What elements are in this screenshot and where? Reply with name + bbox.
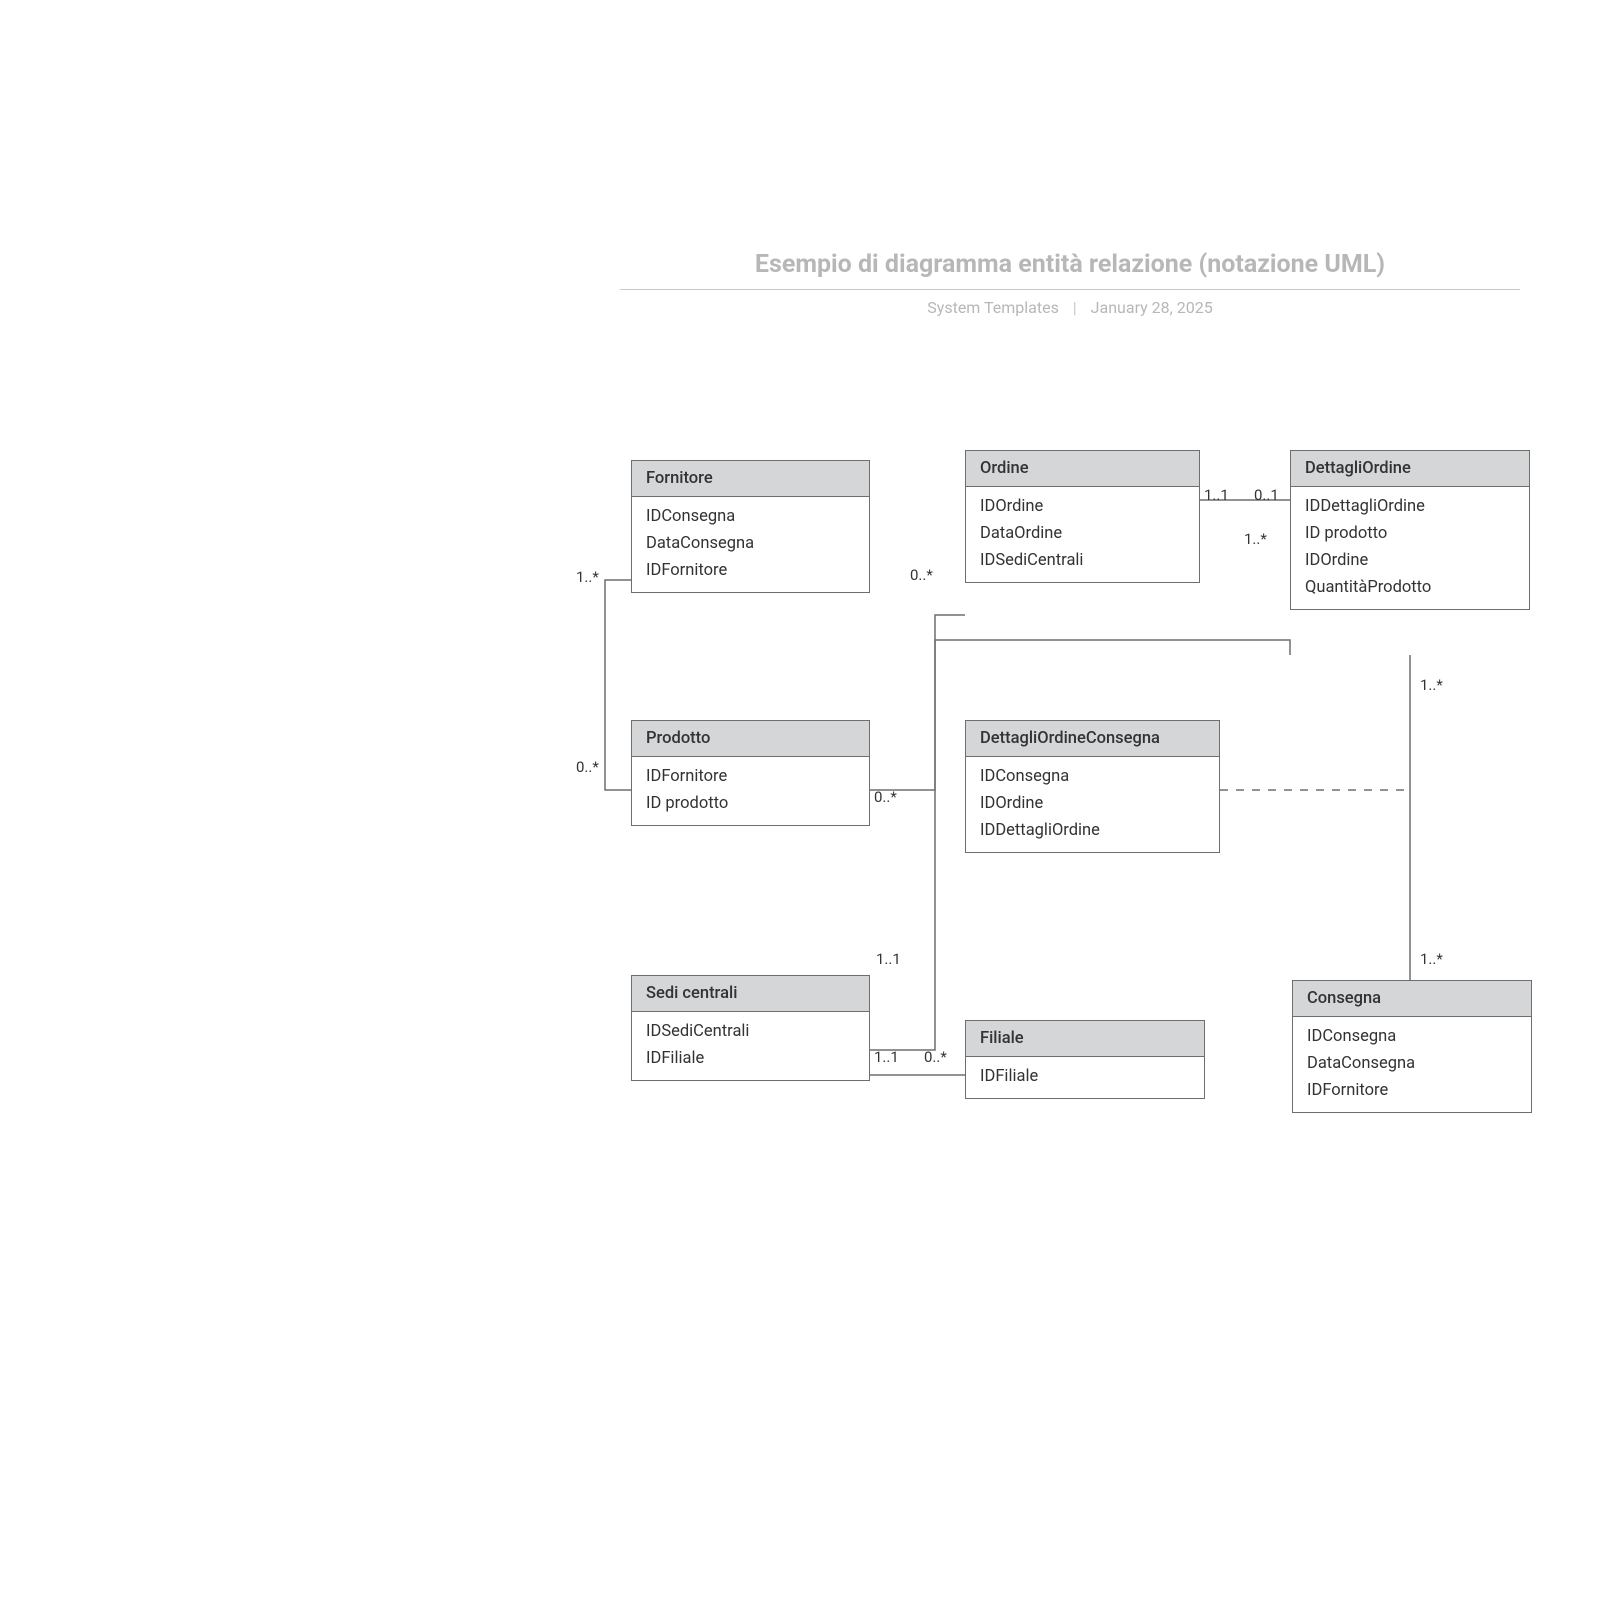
cardinality-label: 0..1 [1254,486,1279,504]
entity-attrs: IDConsegna DataConsegna IDFornitore [632,497,869,592]
entity-attr: IDSediCentrali [980,547,1185,574]
entity-header: Ordine [966,451,1199,487]
subtitle-separator: | [1073,298,1077,317]
entity-attrs: IDConsegna IDOrdine IDDettagliOrdine [966,757,1219,852]
entity-attrs: IDFiliale [966,1057,1204,1098]
title-block: Esempio di diagramma entità relazione (n… [620,250,1520,317]
subtitle-left: System Templates [927,298,1059,317]
entity-attr: IDFiliale [646,1045,855,1072]
subtitle-right: January 28, 2025 [1091,298,1213,317]
cardinality-label: 0..* [910,566,933,584]
entity-attr: QuantitàProdotto [1305,574,1515,601]
cardinality-label: 1..1 [874,1048,899,1066]
cardinality-label: 1..* [576,568,599,586]
cardinality-label: 1..* [1420,676,1443,694]
entity-dettagli-ordine-consegna[interactable]: DettagliOrdineConsegna IDConsegna IDOrdi… [965,720,1220,853]
entity-attr: DataConsegna [1307,1050,1517,1077]
cardinality-label: 0..* [874,788,897,806]
entity-header: Consegna [1293,981,1531,1017]
diagram-subtitle: System Templates | January 28, 2025 [620,298,1520,317]
entity-attr: DataConsegna [646,530,855,557]
entity-attr: IDFornitore [646,557,855,584]
entity-attr: IDDettagliOrdine [980,817,1205,844]
entity-header: Prodotto [632,721,869,757]
cardinality-label: 1..* [1244,530,1267,548]
entity-attrs: IDDettagliOrdine ID prodotto IDOrdine Qu… [1291,487,1529,609]
entity-fornitore[interactable]: Fornitore IDConsegna DataConsegna IDForn… [631,460,870,593]
diagram-title: Esempio di diagramma entità relazione (n… [620,250,1520,289]
entity-attrs: IDSediCentrali IDFiliale [632,1012,869,1080]
entity-attr: DataOrdine [980,520,1185,547]
entity-attr: IDFornitore [646,763,855,790]
entity-attr: IDConsegna [980,763,1205,790]
entity-header: DettagliOrdineConsegna [966,721,1219,757]
entity-attr: IDDettagliOrdine [1305,493,1515,520]
entity-header: Filiale [966,1021,1204,1057]
entity-consegna[interactable]: Consegna IDConsegna DataConsegna IDForni… [1292,980,1532,1113]
entity-sedi-centrali[interactable]: Sedi centrali IDSediCentrali IDFiliale [631,975,870,1081]
entity-attr: IDConsegna [1307,1023,1517,1050]
entity-attr: ID prodotto [1305,520,1515,547]
entity-attr: IDSediCentrali [646,1018,855,1045]
entity-filiale[interactable]: Filiale IDFiliale [965,1020,1205,1099]
cardinality-label: 0..* [924,1048,947,1066]
entity-attr: IDOrdine [1305,547,1515,574]
entity-attr: IDFornitore [1307,1077,1517,1104]
entity-attr: ID prodotto [646,790,855,817]
entity-attrs: IDConsegna DataConsegna IDFornitore [1293,1017,1531,1112]
entity-header: DettagliOrdine [1291,451,1529,487]
entity-header: Fornitore [632,461,869,497]
cardinality-label: 1..1 [876,950,901,968]
entity-attr: IDOrdine [980,493,1185,520]
entity-header: Sedi centrali [632,976,869,1012]
entity-attr: IDFiliale [980,1063,1190,1090]
entity-ordine[interactable]: Ordine IDOrdine DataOrdine IDSediCentral… [965,450,1200,583]
entity-dettagli-ordine[interactable]: DettagliOrdine IDDettagliOrdine ID prodo… [1290,450,1530,610]
entity-attr: IDOrdine [980,790,1205,817]
cardinality-label: 1..* [1420,950,1443,968]
title-rule [620,289,1520,290]
entity-prodotto[interactable]: Prodotto IDFornitore ID prodotto [631,720,870,826]
cardinality-label: 1..1 [1204,486,1229,504]
entity-attrs: IDOrdine DataOrdine IDSediCentrali [966,487,1199,582]
cardinality-label: 0..* [576,758,599,776]
entity-attr: IDConsegna [646,503,855,530]
entity-attrs: IDFornitore ID prodotto [632,757,869,825]
